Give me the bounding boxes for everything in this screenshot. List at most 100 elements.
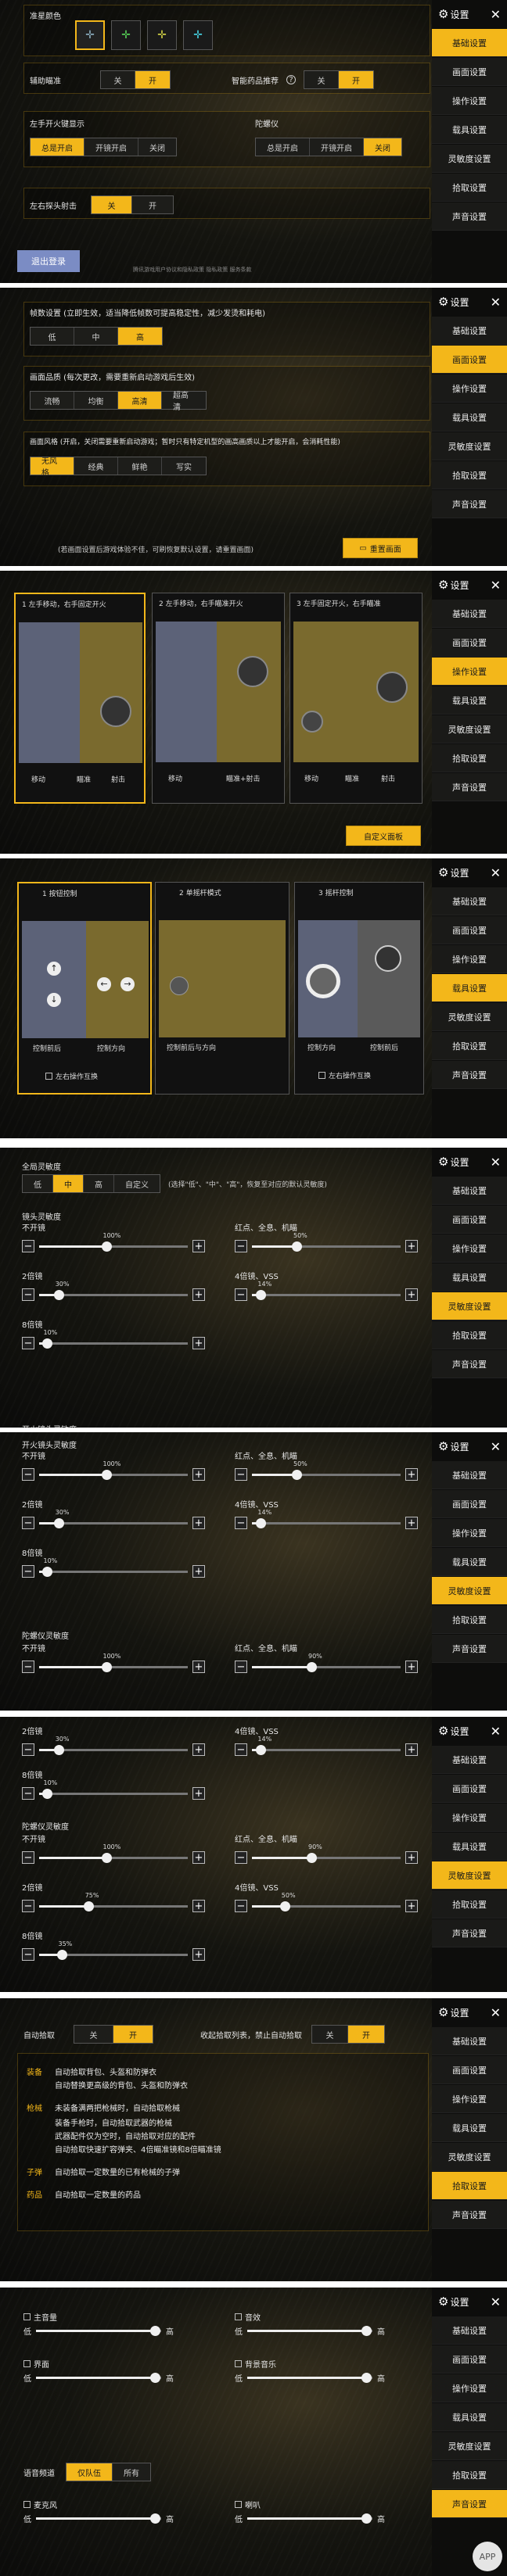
sidebar-item-basic[interactable]: 基础设置 [432,1461,507,1489]
plus-button[interactable]: + [192,1565,205,1578]
sidebar-item-operation[interactable]: 操作设置 [432,87,507,115]
slider-group-cam-tail-x4-track[interactable] [252,1744,401,1755]
global-sens-low[interactable]: 低 [23,1175,53,1192]
slider-group-gyro-x4-track[interactable] [252,1901,401,1911]
close-icon[interactable]: ✕ [491,1724,501,1739]
slider-group-gyro-x8-track[interactable] [39,1949,188,1960]
slider-group-fire-x4-knob[interactable] [256,1517,267,1528]
sidebar-item-operation[interactable]: 操作设置 [432,1519,507,1547]
slider-group-fire-x8-knob[interactable] [41,1566,52,1577]
sidebar-item-graphics[interactable]: 画面设置 [432,916,507,944]
speaker-volume-track[interactable] [247,2513,372,2524]
vehicle-card-1[interactable]: 1 按钮控制 ↑ ↓ ← → 控制前后 控制方向 左右操作互换 [17,882,152,1095]
swap-checkbox-3[interactable] [318,1072,325,1079]
sidebar-item-sound[interactable]: 声音设置 [432,773,507,801]
crosshair-color-3[interactable]: ✛ [147,20,177,50]
sidebar-item-pickup[interactable]: 拾取设置 [432,1032,507,1060]
sidebar-item-basic[interactable]: 基础设置 [432,2027,507,2055]
slider-group-gyro-red-dot-track[interactable] [252,1852,401,1863]
slider-group-cam-tail-x2-knob[interactable] [53,1744,64,1755]
style-none[interactable]: 无风格 [31,457,74,478]
sidebar-item-basic[interactable]: 基础设置 [432,29,507,57]
reset-graphics-button[interactable]: ▭ 重置画面 [343,538,418,558]
minus-button[interactable]: − [22,1661,34,1673]
plus-button[interactable]: + [192,1743,205,1756]
sidebar-item-graphics[interactable]: 画面设置 [432,1775,507,1803]
left-fire-scope[interactable]: 开镜开启 [84,138,138,156]
minus-button[interactable]: − [22,1565,34,1578]
sidebar-item-basic[interactable]: 基础设置 [432,317,507,345]
plus-button[interactable]: + [192,1900,205,1912]
plus-button[interactable]: + [192,1851,205,1864]
sidebar-item-vehicle[interactable]: 载具设置 [432,1548,507,1576]
sidebar-item-pickup[interactable]: 拾取设置 [432,1321,507,1349]
logout-button[interactable]: 退出登录 [17,250,80,272]
slider-group-fire-x2-knob[interactable] [53,1517,64,1528]
gyro-scope[interactable]: 开镜开启 [310,138,364,156]
sidebar-item-sensitivity[interactable]: 灵敏度设置 [432,715,507,743]
sidebar-item-sensitivity[interactable]: 灵敏度设置 [432,2143,507,2171]
main-volume-checkbox[interactable] [23,2313,31,2320]
close-icon[interactable]: ✕ [491,295,501,310]
mic-volume-knob[interactable] [150,2513,160,2524]
plus-button[interactable]: + [192,1337,205,1349]
mic-volume-track[interactable] [36,2513,161,2524]
slider-group-gyro-no-scope-track[interactable] [39,1852,188,1863]
help-icon[interactable]: ? [286,75,296,84]
style-classic[interactable]: 经典 [74,457,118,475]
vehicle-card-2[interactable]: 2 单摇杆模式 控制前后与方向 [155,882,289,1095]
plus-button[interactable]: + [192,1468,205,1481]
slider-group-cam-no-scope-track[interactable] [39,1241,188,1252]
close-icon[interactable]: ✕ [491,1155,501,1170]
sfx-volume-checkbox[interactable] [235,2313,242,2320]
sidebar-item-sound[interactable]: 声音设置 [432,490,507,518]
sidebar-item-graphics[interactable]: 画面设置 [432,1490,507,1518]
voice-all[interactable]: 所有 [113,2463,150,2481]
sidebar-item-basic[interactable]: 基础设置 [432,600,507,628]
slider-group-fire-no-scope-knob[interactable] [101,1469,112,1480]
quality-smooth[interactable]: 流畅 [31,392,74,409]
sidebar-item-operation[interactable]: 操作设置 [432,945,507,973]
minus-button[interactable]: − [235,1900,247,1912]
minus-button[interactable]: − [22,1468,34,1481]
frame-mid[interactable]: 中 [74,328,118,345]
sidebar-item-vehicle[interactable]: 载具设置 [432,974,507,1002]
sidebar-item-operation[interactable]: 操作设置 [432,2085,507,2113]
sidebar-item-sensitivity[interactable]: 灵敏度设置 [432,1861,507,1890]
slider-group-cam-tail-x8-track[interactable] [39,1788,188,1799]
auto-pickup-on[interactable]: 开 [113,2026,153,2043]
sidebar-item-vehicle[interactable]: 载具设置 [432,116,507,144]
sidebar-item-basic[interactable]: 基础设置 [432,1177,507,1205]
slider-group-fire-red-dot-knob[interactable] [292,1469,302,1480]
sidebar-item-graphics[interactable]: 画面设置 [432,1206,507,1234]
quality-uhd[interactable]: 超高清 [162,392,206,412]
sidebar-item-graphics[interactable]: 画面设置 [432,346,507,374]
sidebar-item-vehicle[interactable]: 载具设置 [432,403,507,432]
plus-button[interactable]: + [405,1240,418,1252]
global-sens-custom[interactable]: 自定义 [114,1175,160,1192]
speaker-volume-checkbox[interactable] [235,2501,242,2508]
style-vivid[interactable]: 鲜艳 [118,457,162,475]
sidebar-item-sound[interactable]: 声音设置 [432,202,507,231]
ui-volume-knob[interactable] [150,2373,160,2383]
close-icon[interactable]: ✕ [491,7,501,22]
slider-group-gyro-red-dot-knob[interactable] [307,1852,317,1863]
sidebar-item-basic[interactable]: 基础设置 [432,1746,507,1774]
plus-button[interactable]: + [405,1468,418,1481]
slider-group-gyro-a-red-dot-knob[interactable] [307,1661,317,1672]
close-icon[interactable]: ✕ [491,1439,501,1454]
mic-volume-checkbox[interactable] [23,2501,31,2508]
slider-group-gyro-no-scope-knob[interactable] [101,1852,112,1863]
minus-button[interactable]: − [22,1288,34,1301]
sidebar-item-vehicle[interactable]: 载具设置 [432,686,507,715]
minus-button[interactable]: − [235,1468,247,1481]
pickup-limit-off[interactable]: 关 [312,2026,348,2043]
bgm-volume-checkbox[interactable] [235,2360,242,2367]
slider-group-gyro-a-red-dot-track[interactable] [252,1661,401,1672]
sidebar-item-sound[interactable]: 声音设置 [432,1061,507,1089]
close-icon[interactable]: ✕ [491,2005,501,2020]
plus-button[interactable]: + [405,1743,418,1756]
plus-button[interactable]: + [192,1661,205,1673]
plus-button[interactable]: + [192,1240,205,1252]
slider-group-cam-tail-x4-knob[interactable] [256,1744,267,1755]
